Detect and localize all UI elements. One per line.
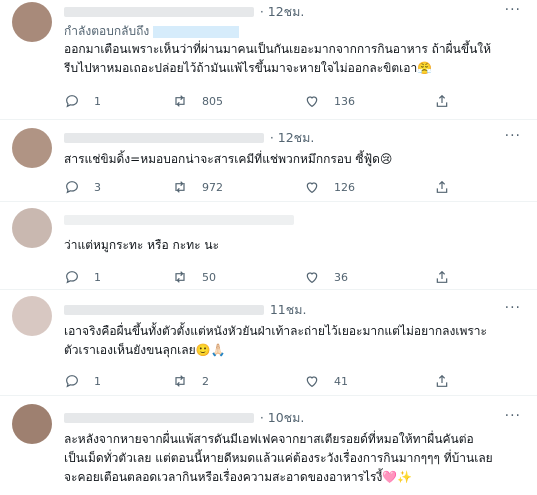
more-dots-icon[interactable]: ··· <box>505 300 521 316</box>
tweet-header: · 12ชม. <box>64 128 529 144</box>
tweet[interactable]: ว่าแต่หมูกระทะ หรือ กะทะ นะ 1 50 36 <box>0 202 537 290</box>
reply-button[interactable]: 1 <box>64 372 101 390</box>
reply-count: 1 <box>94 270 101 284</box>
tweet[interactable]: · 12ชม. ··· สารแช่ขิมดิ้ง=หมอบอกน่าจะสาร… <box>0 120 537 202</box>
reply-count: 3 <box>94 180 101 194</box>
heart-icon <box>306 272 318 284</box>
author-name-redacted[interactable] <box>64 133 264 143</box>
heart-icon <box>306 182 318 194</box>
retweet-count: 972 <box>202 180 223 194</box>
reply-context: กำลังตอบกลับถึง <box>64 22 240 38</box>
like-count: 136 <box>334 94 355 108</box>
tweet-text: ละหลังจากหายจากผื่นแพ้สารดันมีเอฟเฟคจากย… <box>64 430 529 487</box>
like-button[interactable]: 41 <box>304 372 348 390</box>
tweet-header: · 10ชม. <box>64 408 529 424</box>
tweet-text-line: ตัวเราเองเห็นยังขนลุกเลย🙂🙏🏻 <box>64 343 226 357</box>
share-button[interactable] <box>434 92 450 110</box>
author-name-redacted[interactable] <box>64 305 264 315</box>
action-bar: 3 972 126 <box>64 178 464 196</box>
action-bar: 1 50 36 <box>64 268 464 286</box>
avatar[interactable] <box>12 2 52 42</box>
share-icon <box>436 94 448 107</box>
tweet-text-line: จะคอยเตือนตลอดเวลากินหรือเรื่องความสะอาด… <box>64 470 413 484</box>
tweet-thread: · 12ชม. ··· กำลังตอบกลับถึง ออกมาเตือนเพ… <box>0 0 537 495</box>
reply-button[interactable]: 1 <box>64 268 101 286</box>
like-count: 126 <box>334 180 355 194</box>
share-icon <box>436 180 448 193</box>
tweet-text: ว่าแต่หมูกระทะ หรือ กะทะ นะ <box>64 236 529 255</box>
like-button[interactable]: 136 <box>304 92 355 110</box>
heart-icon <box>306 96 318 108</box>
more-dots-icon[interactable]: ··· <box>505 408 521 424</box>
tweet-text-line: ละหลังจากหายจากผื่นแพ้สารดันมีเอฟเฟคจากย… <box>64 432 474 446</box>
author-name-redacted[interactable] <box>64 413 254 423</box>
reply-icon <box>66 95 78 108</box>
share-button[interactable] <box>434 268 450 286</box>
reply-count: 1 <box>94 374 101 388</box>
retweet-icon <box>175 181 185 193</box>
author-name-redacted[interactable] <box>64 214 294 225</box>
tweet-time[interactable]: · 12ชม. <box>260 4 305 18</box>
tweet-text-line: ว่าแต่หมูกระทะ หรือ กะทะ นะ <box>64 238 220 252</box>
retweet-button[interactable]: 2 <box>172 372 209 390</box>
tweet-time[interactable]: · 10ชม. <box>260 410 305 424</box>
share-button[interactable] <box>434 372 450 390</box>
tweet-header: · 12ชม. <box>64 2 529 18</box>
share-icon <box>436 270 448 283</box>
share-icon <box>436 374 448 387</box>
action-bar: 1 2 41 <box>64 372 464 390</box>
action-bar: 1 805 136 <box>64 92 464 110</box>
avatar[interactable] <box>12 128 52 168</box>
retweet-icon <box>175 271 185 283</box>
retweet-icon <box>175 375 185 387</box>
tweet-header: 11ชม. <box>64 300 529 316</box>
share-button[interactable] <box>434 178 450 196</box>
reply-icon <box>66 375 78 388</box>
like-count: 36 <box>334 270 348 284</box>
reply-button[interactable]: 3 <box>64 178 101 196</box>
author-name-redacted[interactable] <box>64 7 254 17</box>
retweet-count: 2 <box>202 374 209 388</box>
tweet-header <box>64 212 529 228</box>
tweet-text-line: เป็นเม็ดทั่วตัวเลย แต่ตอนนี้หายดีหมดแล้ว… <box>64 451 493 465</box>
tweet-text: เอาจริงคือผื่นขึ้นทั้งตัวตั้งแต่หนังหัวย… <box>64 322 529 360</box>
retweet-count: 50 <box>202 270 216 284</box>
tweet-time[interactable]: 11ชม. <box>270 302 307 316</box>
avatar[interactable] <box>12 208 52 248</box>
reply-count: 1 <box>94 94 101 108</box>
retweet-button[interactable]: 805 <box>172 92 223 110</box>
reply-handle-redacted[interactable] <box>153 25 240 38</box>
reply-button[interactable]: 1 <box>64 92 101 110</box>
like-button[interactable]: 126 <box>304 178 355 196</box>
tweet-text-line: ออกมาเตือนเพราะเห็นว่าที่ผ่านมาคนเป็นกัน… <box>64 42 492 56</box>
tweet-text: สารแช่ขิมดิ้ง=หมอบอกน่าจะสารเคมีที่แช่พว… <box>64 150 529 169</box>
reply-icon <box>66 271 78 284</box>
more-dots-icon[interactable]: ··· <box>505 2 521 18</box>
avatar[interactable] <box>12 296 52 336</box>
tweet-text: ออกมาเตือนเพราะเห็นว่าที่ผ่านมาคนเป็นกัน… <box>64 40 529 78</box>
like-button[interactable]: 36 <box>304 268 348 286</box>
reply-icon <box>66 181 78 194</box>
tweet-text-line: รีบไปหาหมอเถอะปล่อยไว้ถ้ามันแพ้ไรขึ้นมาจ… <box>64 61 433 75</box>
tweet-text-line: สารแช่ขิมดิ้ง=หมอบอกน่าจะสารเคมีที่แช่พว… <box>64 152 393 166</box>
more-dots-icon[interactable]: ··· <box>505 128 521 144</box>
tweet[interactable]: · 12ชม. ··· กำลังตอบกลับถึง ออกมาเตือนเพ… <box>0 0 537 120</box>
heart-icon <box>306 376 318 388</box>
retweet-button[interactable]: 50 <box>172 268 216 286</box>
retweet-count: 805 <box>202 94 223 108</box>
tweet-text-line: เอาจริงคือผื่นขึ้นทั้งตัวตั้งแต่หนังหัวย… <box>64 324 487 338</box>
tweet[interactable]: · 10ชม. ··· ละหลังจากหายจากผื่นแพ้สารดัน… <box>0 396 537 495</box>
like-count: 41 <box>334 374 348 388</box>
tweet-time[interactable]: · 12ชม. <box>270 130 315 144</box>
retweet-button[interactable]: 972 <box>172 178 223 196</box>
avatar[interactable] <box>12 404 52 444</box>
reply-label: กำลังตอบกลับถึง <box>64 24 150 38</box>
retweet-icon <box>175 95 185 107</box>
tweet[interactable]: 11ชม. ··· เอาจริงคือผื่นขึ้นทั้งตัวตั้งแ… <box>0 290 537 396</box>
